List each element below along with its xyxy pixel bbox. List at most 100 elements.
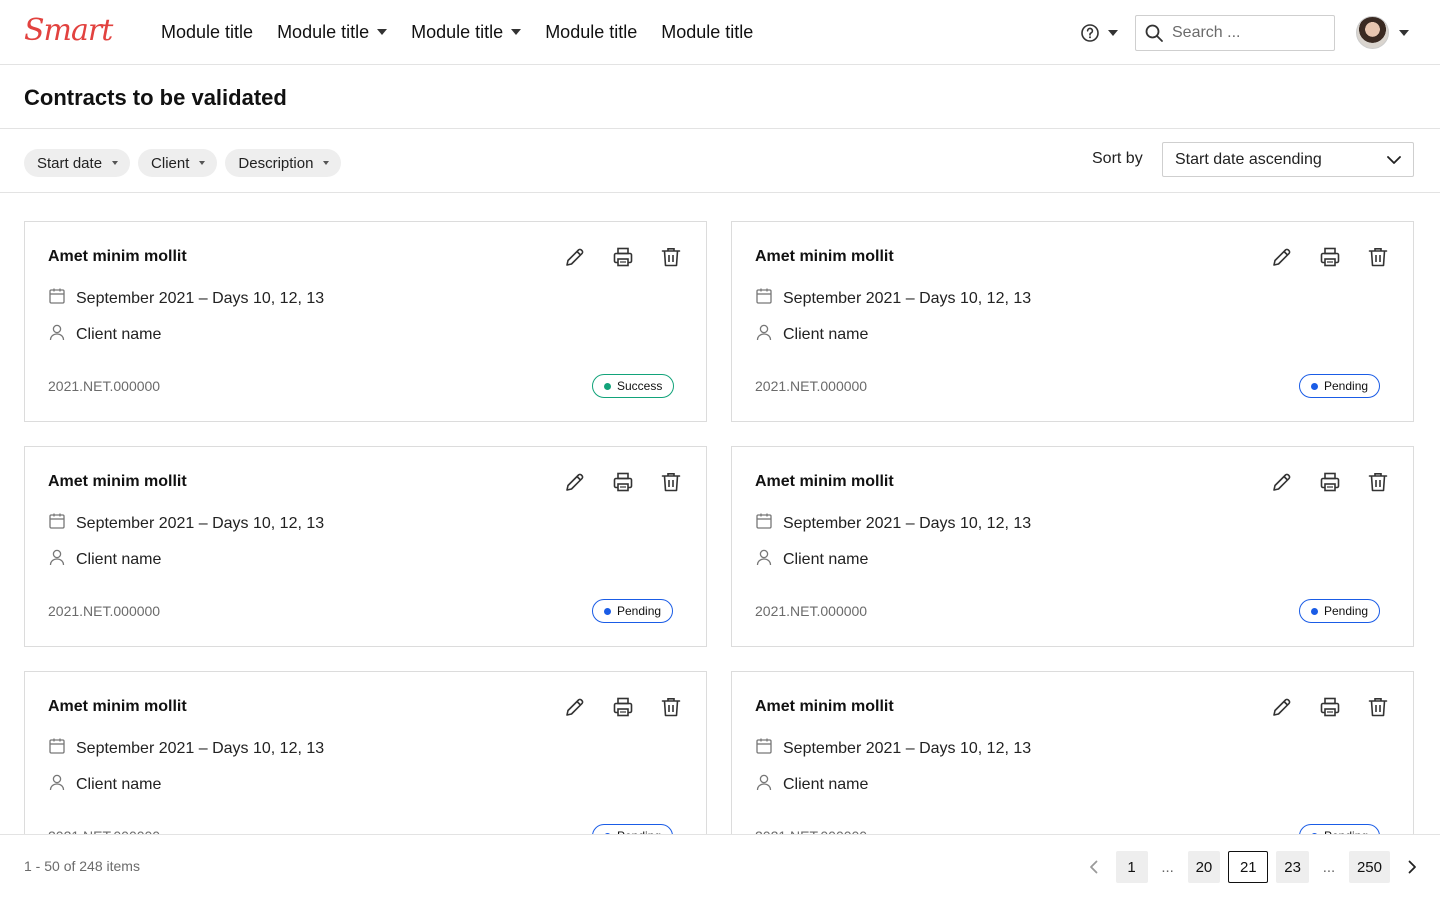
print-icon[interactable]: [1318, 695, 1342, 719]
edit-icon[interactable]: [563, 470, 587, 494]
help-menu-button[interactable]: [1080, 23, 1118, 43]
delete-icon[interactable]: [659, 695, 683, 719]
calendar-icon: [48, 287, 66, 310]
card-reference: 2021.NET.000000: [755, 378, 868, 394]
caret-down-icon: [1108, 30, 1118, 36]
current-page-button[interactable]: 21: [1228, 851, 1269, 883]
card-date: September 2021 – Days 10, 12, 13: [76, 289, 325, 307]
page-ellipsis: ...: [1322, 858, 1336, 876]
top-navigation-bar: Smart Module title Module title Module t…: [0, 0, 1440, 65]
previous-page-button[interactable]: [1080, 851, 1108, 883]
card-client: Client name: [783, 775, 869, 793]
nav-item-module-5[interactable]: Module title: [661, 19, 753, 45]
chip-label: Client: [151, 154, 190, 172]
card-date-row: September 2021 – Days 10, 12, 13: [755, 287, 1031, 310]
help-icon: [1081, 24, 1099, 42]
card-actions: [1270, 470, 1390, 494]
chevron-right-icon: [1408, 860, 1416, 874]
card-client-row: Client name: [48, 773, 161, 796]
nav-item-label: Module title: [545, 21, 638, 42]
contract-card[interactable]: Amet minim mollit September 2021 – Days 1…: [731, 221, 1414, 422]
status-label: Pending: [617, 604, 662, 618]
card-date: September 2021 – Days 10, 12, 13: [783, 514, 1032, 532]
card-actions: [563, 695, 683, 719]
user-icon: [755, 773, 773, 796]
caret-down-icon: [112, 161, 119, 165]
edit-icon[interactable]: [563, 245, 587, 269]
filter-chip-client[interactable]: Client: [138, 149, 218, 177]
print-icon[interactable]: [611, 245, 635, 269]
sort-select[interactable]: Start date ascending: [1162, 142, 1414, 177]
user-icon: [755, 548, 773, 571]
delete-icon[interactable]: [1366, 470, 1390, 494]
card-client-row: Client name: [48, 548, 161, 571]
user-avatar[interactable]: [1356, 16, 1389, 49]
card-date: September 2021 – Days 10, 12, 13: [783, 739, 1032, 757]
calendar-icon: [755, 512, 773, 535]
status-badge: Pending: [1299, 374, 1381, 398]
card-date: September 2021 – Days 10, 12, 13: [76, 739, 325, 757]
print-icon[interactable]: [611, 695, 635, 719]
edit-icon[interactable]: [1270, 695, 1294, 719]
page-button[interactable]: 1: [1115, 851, 1148, 883]
search-icon: [1145, 24, 1163, 42]
caret-down-icon[interactable]: [1399, 30, 1409, 36]
card-actions: [563, 245, 683, 269]
card-date-row: September 2021 – Days 10, 12, 13: [755, 512, 1031, 535]
card-client: Client name: [76, 550, 162, 568]
card-date-row: September 2021 – Days 10, 12, 13: [48, 512, 324, 535]
nav-item-module-3[interactable]: Module title: [411, 19, 522, 45]
page-button[interactable]: 250: [1348, 851, 1390, 883]
nav-item-label: Module title: [161, 21, 254, 42]
user-icon: [48, 323, 66, 346]
nav-item-module-4[interactable]: Module title: [545, 19, 637, 45]
filter-chip-description[interactable]: Description: [225, 149, 342, 177]
edit-icon[interactable]: [1270, 245, 1294, 269]
status-label: Pending: [1324, 379, 1369, 393]
status-label: Success: [617, 379, 663, 393]
status-dot-icon: [604, 607, 611, 615]
edit-icon[interactable]: [1270, 470, 1294, 494]
delete-icon[interactable]: [1366, 245, 1390, 269]
smart-logo[interactable]: Smart: [24, 16, 113, 46]
nav-item-module-1[interactable]: Module title: [161, 19, 253, 45]
card-date-row: September 2021 – Days 10, 12, 13: [48, 737, 324, 760]
card-client-row: Client name: [48, 323, 161, 346]
card-client: Client name: [783, 550, 869, 568]
calendar-icon: [755, 737, 773, 760]
nav-item-label: Module title: [661, 21, 754, 42]
contract-card[interactable]: Amet minim mollit September 2021 – Days 1…: [731, 446, 1414, 647]
card-date: September 2021 – Days 10, 12, 13: [783, 289, 1032, 307]
print-icon[interactable]: [611, 470, 635, 494]
print-icon[interactable]: [1318, 245, 1342, 269]
print-icon[interactable]: [1318, 470, 1342, 494]
card-client-row: Client name: [755, 323, 868, 346]
search-box[interactable]: [1135, 15, 1335, 51]
card-reference: 2021.NET.000000: [48, 603, 161, 619]
edit-icon[interactable]: [563, 695, 587, 719]
page-button[interactable]: 20: [1187, 851, 1221, 883]
card-client: Client name: [76, 775, 162, 793]
search-input[interactable]: [1172, 24, 1322, 42]
nav-item-label: Module title: [277, 21, 370, 42]
next-page-button[interactable]: [1398, 851, 1426, 883]
page-button[interactable]: 23: [1276, 851, 1309, 883]
card-actions: [563, 470, 683, 494]
page-header: Contracts to be validated: [0, 65, 1440, 129]
card-reference: 2021.NET.000000: [48, 378, 161, 394]
contract-card[interactable]: Amet minim mollit September 2021 – Days 1…: [24, 221, 707, 422]
user-icon: [755, 323, 773, 346]
card-client-row: Client name: [755, 548, 868, 571]
nav-item-module-2[interactable]: Module title: [277, 19, 388, 45]
delete-icon[interactable]: [659, 470, 683, 494]
delete-icon[interactable]: [659, 245, 683, 269]
calendar-icon: [755, 287, 773, 310]
contract-card[interactable]: Amet minim mollit September 2021 – Days 1…: [24, 446, 707, 647]
main-nav: Module title Module title Module title M…: [161, 19, 753, 45]
chip-label: Start date: [37, 154, 103, 172]
user-icon: [48, 773, 66, 796]
card-actions: [1270, 245, 1390, 269]
card-title: Amet minim mollit: [755, 248, 894, 265]
filter-chip-start-date[interactable]: Start date: [24, 149, 131, 177]
delete-icon[interactable]: [1366, 695, 1390, 719]
